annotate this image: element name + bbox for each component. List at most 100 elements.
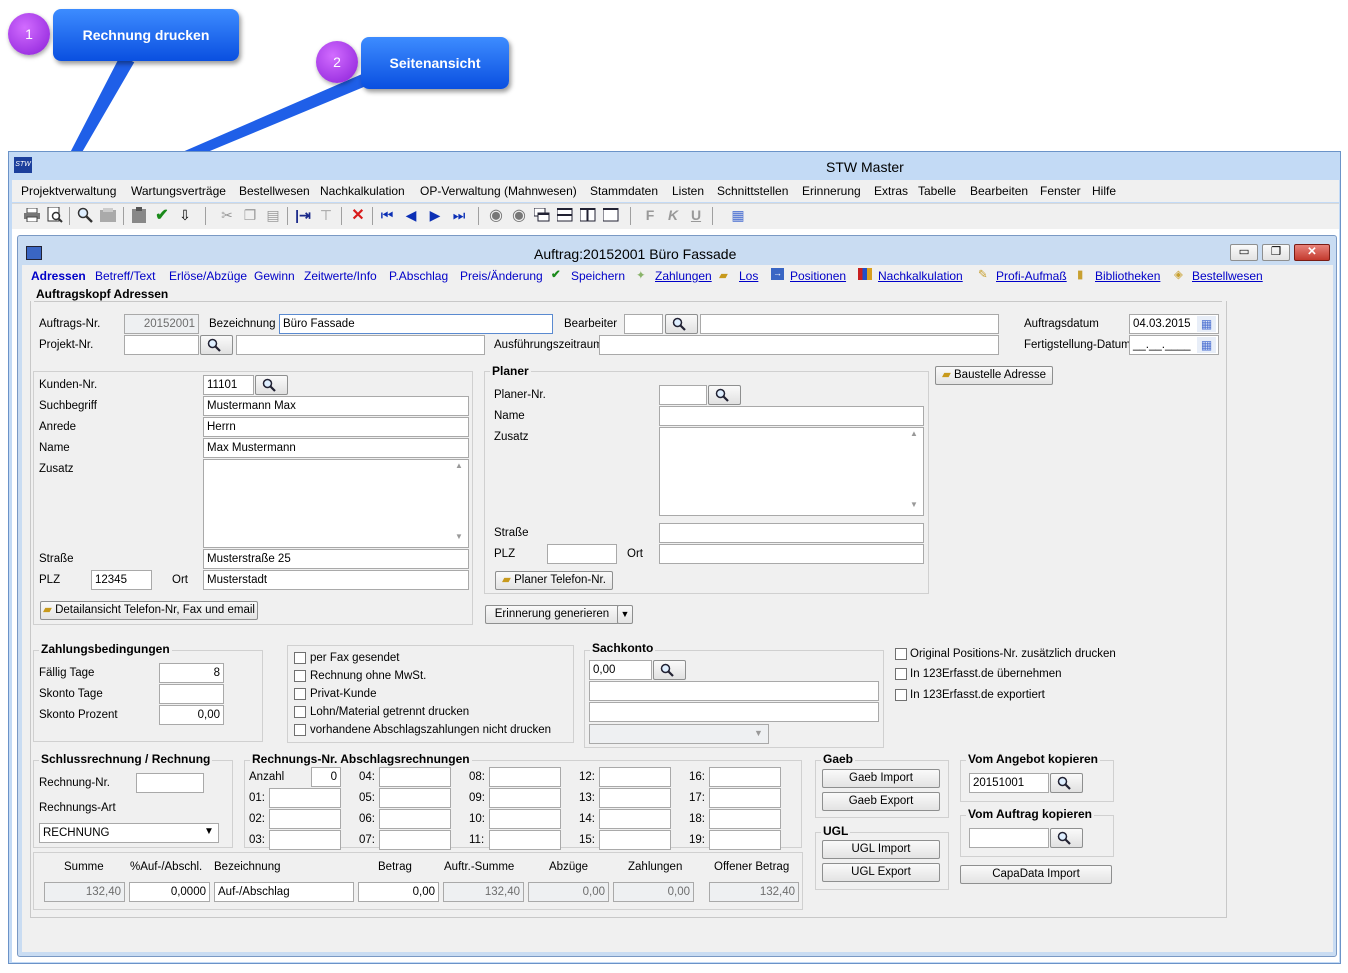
planer-strasse-field[interactable]: [659, 523, 924, 543]
skonto-prozent-field[interactable]: 0,00: [159, 705, 224, 725]
erfasst-exportiert-checkbox[interactable]: [895, 689, 907, 701]
underline-icon[interactable]: U: [686, 205, 706, 225]
bearbeiter-field[interactable]: [624, 314, 663, 334]
bold-icon[interactable]: F: [640, 205, 660, 225]
summe-field[interactable]: 132,40: [44, 882, 125, 902]
auftrag-nr-field[interactable]: 20152001: [124, 314, 199, 334]
search-icon[interactable]: [75, 205, 95, 225]
erinnerung-dropdown-button[interactable]: ▼: [617, 605, 633, 624]
zusatz-textarea[interactable]: [203, 459, 469, 548]
abschlag-field-04[interactable]: [379, 767, 451, 787]
abschlag-field-16[interactable]: [709, 767, 781, 787]
nav-bestellwesen[interactable]: Bestellwesen: [1192, 269, 1263, 283]
abschlag-field-02[interactable]: [269, 809, 341, 829]
faellig-field[interactable]: 8: [159, 663, 224, 683]
abschlag-field-06[interactable]: [379, 809, 451, 829]
rechnung-nr-field[interactable]: [136, 773, 204, 793]
cut-icon[interactable]: ✂: [217, 205, 237, 225]
projekt-nr-field[interactable]: [124, 335, 199, 355]
nav-positionen[interactable]: Positionen: [790, 269, 846, 283]
menu-nachkalkulation[interactable]: Nachkalkulation: [320, 184, 405, 198]
gaeb-import-button[interactable]: Gaeb Import: [822, 769, 940, 788]
nav-bibliotheken[interactable]: Bibliotheken: [1095, 269, 1160, 283]
next-icon[interactable]: ▶: [425, 205, 445, 225]
capadata-import-button[interactable]: CapaData Import: [960, 865, 1112, 884]
menu-fenster[interactable]: Fenster: [1040, 184, 1081, 198]
print-icon[interactable]: [22, 205, 42, 225]
close-button[interactable]: ✕: [1294, 244, 1330, 261]
menu-wartungsvertraege[interactable]: Wartungsverträge: [131, 184, 226, 198]
abschlag-field-17[interactable]: [709, 788, 781, 808]
nav-erloese[interactable]: Erlöse/Abzüge: [169, 269, 247, 283]
check-icon[interactable]: ✔: [152, 205, 172, 225]
sachkonto-field[interactable]: 0,00: [589, 660, 652, 680]
ugl-export-button[interactable]: UGL Export: [822, 863, 940, 882]
offener-betrag-field[interactable]: 132,40: [709, 882, 799, 902]
calendar-icon[interactable]: ▦: [1197, 337, 1216, 353]
menu-erinnerung[interactable]: Erinnerung: [802, 184, 861, 198]
planer-plz-field[interactable]: [547, 544, 617, 564]
planer-name-field[interactable]: [659, 406, 924, 426]
insert-row-icon[interactable]: ⊤: [316, 205, 336, 225]
auf-abschl-field[interactable]: 0,0000: [129, 882, 210, 902]
menu-hilfe[interactable]: Hilfe: [1092, 184, 1116, 198]
suchbegriff-field[interactable]: Mustermann Max: [203, 396, 469, 416]
abschlag-field-15[interactable]: [599, 830, 671, 850]
first-icon[interactable]: ⏮: [377, 205, 397, 225]
gaeb-export-button[interactable]: Gaeb Export: [822, 792, 940, 811]
copy-icon[interactable]: ❐: [240, 205, 260, 225]
cascade-icon[interactable]: [532, 205, 552, 225]
italic-icon[interactable]: K: [663, 205, 683, 225]
lohn-material-checkbox[interactable]: [294, 706, 306, 718]
nav-los[interactable]: Los: [739, 269, 758, 283]
menu-bestellwesen[interactable]: Bestellwesen: [239, 184, 310, 198]
zusatz-scrollbar[interactable]: ▲ ▼: [452, 461, 466, 546]
strasse-field[interactable]: Musterstraße 25: [203, 549, 469, 569]
abschlag-field-08[interactable]: [489, 767, 561, 787]
abschlag-field-05[interactable]: [379, 788, 451, 808]
vomauftrag-field[interactable]: [969, 828, 1049, 848]
split-v-icon[interactable]: [578, 205, 598, 225]
delete-icon[interactable]: ✕: [348, 205, 368, 225]
auftr-summe-field[interactable]: 132,40: [443, 882, 524, 902]
forward-icon[interactable]: ◉: [509, 205, 529, 225]
abschlag-field-01[interactable]: [269, 788, 341, 808]
nav-zahlungen[interactable]: Zahlungen: [655, 269, 712, 283]
plz-field[interactable]: 12345: [91, 570, 152, 590]
back-icon[interactable]: ◉: [486, 205, 506, 225]
planer-telefon-button[interactable]: ▰ Planer Telefon-Nr.: [495, 571, 613, 590]
clipboard-icon[interactable]: [129, 205, 149, 225]
menu-schnittstellen[interactable]: Schnittstellen: [717, 184, 788, 198]
nav-zeitwerte[interactable]: Zeitwerte/Info: [304, 269, 377, 283]
fax-checkbox[interactable]: [294, 652, 306, 664]
abschlag-field-07[interactable]: [379, 830, 451, 850]
betrag-field[interactable]: 0,00: [358, 882, 439, 902]
menu-extras[interactable]: Extras: [874, 184, 908, 198]
skonto-tage-field[interactable]: [159, 684, 224, 704]
prev-icon[interactable]: ◀: [401, 205, 421, 225]
projekt-name-field[interactable]: [236, 335, 485, 355]
erfasst-uebernehmen-checkbox[interactable]: [895, 668, 907, 680]
planer-nr-field[interactable]: [659, 385, 707, 405]
anzahl-field[interactable]: 0: [311, 767, 341, 787]
menu-projektverwaltung[interactable]: Projektverwaltung: [21, 184, 116, 198]
menu-stammdaten[interactable]: Stammdaten: [590, 184, 658, 198]
ausfuehrung-field[interactable]: [599, 335, 999, 355]
nav-pabschlag[interactable]: P.Abschlag: [389, 269, 448, 283]
sachkonto-info-field[interactable]: [589, 702, 879, 722]
abschlag-field-10[interactable]: [489, 809, 561, 829]
erinnerung-button[interactable]: Erinnerung generieren: [485, 605, 619, 624]
calendar-icon[interactable]: ▦: [1197, 316, 1216, 332]
rechnungs-art-select[interactable]: RECHNUNG: [39, 823, 219, 843]
grid-icon[interactable]: ▦: [728, 205, 748, 225]
ort-field[interactable]: Musterstadt: [203, 570, 469, 590]
bezeichnung-sum-field[interactable]: Auf-/Abschlag: [214, 882, 354, 902]
planer-zusatz-scrollbar[interactable]: ▲ ▼: [907, 429, 921, 514]
nav-gewinn[interactable]: Gewinn: [254, 269, 295, 283]
menu-op-verwaltung[interactable]: OP-Verwaltung (Mahnwesen): [420, 184, 577, 198]
menu-listen[interactable]: Listen: [672, 184, 704, 198]
menu-tabelle[interactable]: Tabelle: [918, 184, 956, 198]
detailansicht-button[interactable]: ▰ Detailansicht Telefon-Nr, Fax und emai…: [40, 601, 258, 620]
ugl-import-button[interactable]: UGL Import: [822, 840, 940, 859]
abschlag-field-19[interactable]: [709, 830, 781, 850]
